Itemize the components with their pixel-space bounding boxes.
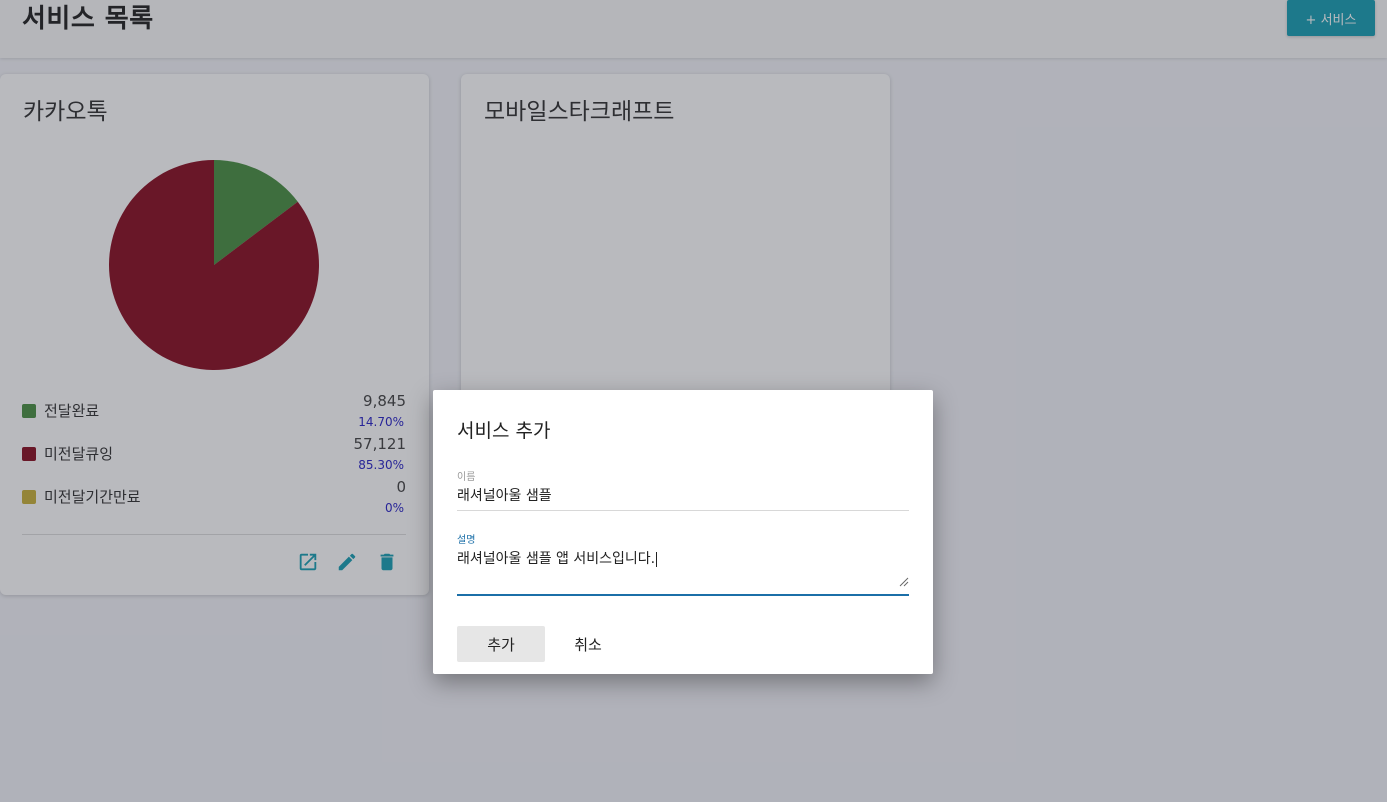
add-button[interactable]: 추가 — [457, 626, 545, 662]
description-field[interactable]: 래셔널아울 샘플 앱 서비스입니다. — [457, 548, 658, 568]
textarea-resize-handle[interactable] — [899, 577, 909, 587]
description-field-label: 설명 — [457, 535, 476, 546]
add-service-dialog: 서비스 추가 이름 래셔널아울 샘플 설명 래셔널아울 샘플 앱 서비스입니다.… — [433, 390, 933, 674]
description-text: 래셔널아울 샘플 앱 서비스입니다. — [457, 551, 656, 567]
name-field-label: 이름 — [457, 472, 476, 483]
name-field-underline — [457, 510, 909, 511]
description-field-underline — [457, 594, 909, 596]
name-field[interactable]: 래셔널아울 샘플 — [457, 485, 552, 505]
text-cursor — [656, 551, 658, 567]
dialog-title: 서비스 추가 — [457, 420, 551, 442]
cancel-button[interactable]: 취소 — [553, 626, 623, 662]
